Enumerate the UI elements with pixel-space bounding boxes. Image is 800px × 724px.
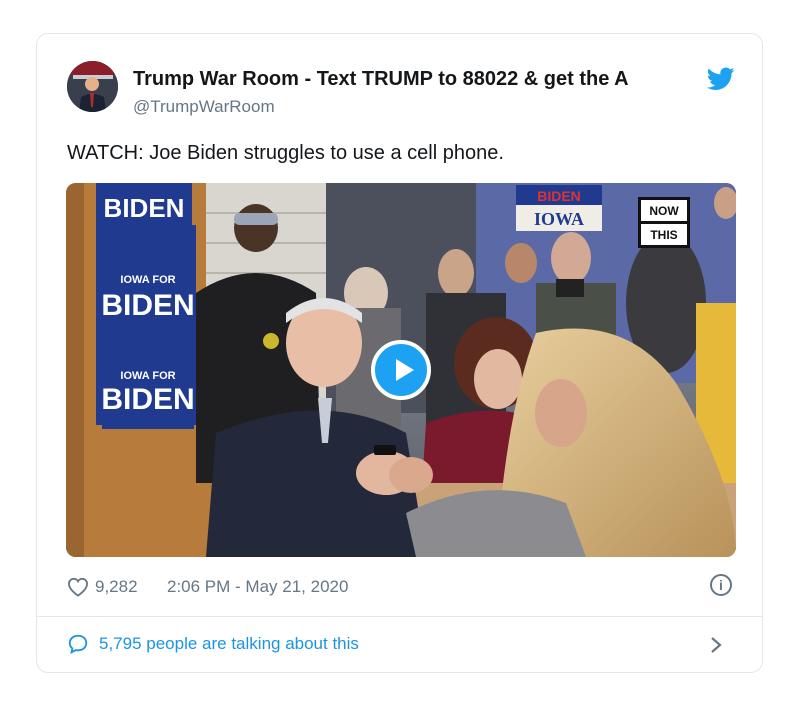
timestamp[interactable]: 2:06 PM - May 21, 2020 [167, 577, 348, 597]
display-name[interactable]: Trump War Room - Text TRUMP to 88022 & g… [133, 68, 698, 91]
info-icon[interactable]: i [710, 574, 732, 596]
banner-top-text: BIDEN [537, 188, 581, 204]
watermark-line-1: NOW [649, 204, 679, 218]
play-button[interactable] [371, 340, 431, 400]
sign-top-text: BIDEN [104, 193, 185, 223]
play-icon [396, 359, 414, 381]
watermark-line-2: THIS [641, 221, 687, 245]
nowthis-watermark: NOW THIS [638, 197, 690, 248]
tweet-header: Trump War Room - Text TRUMP to 88022 & g… [67, 61, 737, 121]
user-handle[interactable]: @TrumpWarRoom [133, 97, 275, 117]
speech-bubble-icon [68, 634, 88, 654]
banner-bottom-text: IOWA [534, 209, 584, 229]
like-count: 9,282 [95, 577, 138, 596]
video-player[interactable]: BIDEN IOWA FOR BIDEN IOWA FOR BIDEN BIDE… [66, 183, 736, 557]
sign-biden-1: BIDEN [101, 289, 194, 322]
tweet-card[interactable]: Trump War Room - Text TRUMP to 88022 & g… [36, 33, 763, 673]
sign-iowa-for-1: IOWA FOR [120, 274, 175, 286]
conversation-link[interactable]: 5,795 people are talking about this [37, 617, 762, 673]
tweet-meta: 9,282 2:06 PM - May 21, 2020 i [67, 574, 737, 604]
tweet-text: WATCH: Joe Biden struggles to use a cell… [67, 142, 504, 164]
heart-icon [67, 577, 89, 597]
chevron-right-icon [711, 637, 722, 653]
conversation-label: 5,795 people are talking about this [99, 634, 359, 653]
avatar[interactable] [67, 61, 118, 112]
twitter-bird-icon[interactable] [707, 67, 735, 91]
sign-biden-2: BIDEN [101, 383, 194, 416]
sign-iowa-for-2: IOWA FOR [120, 370, 175, 382]
